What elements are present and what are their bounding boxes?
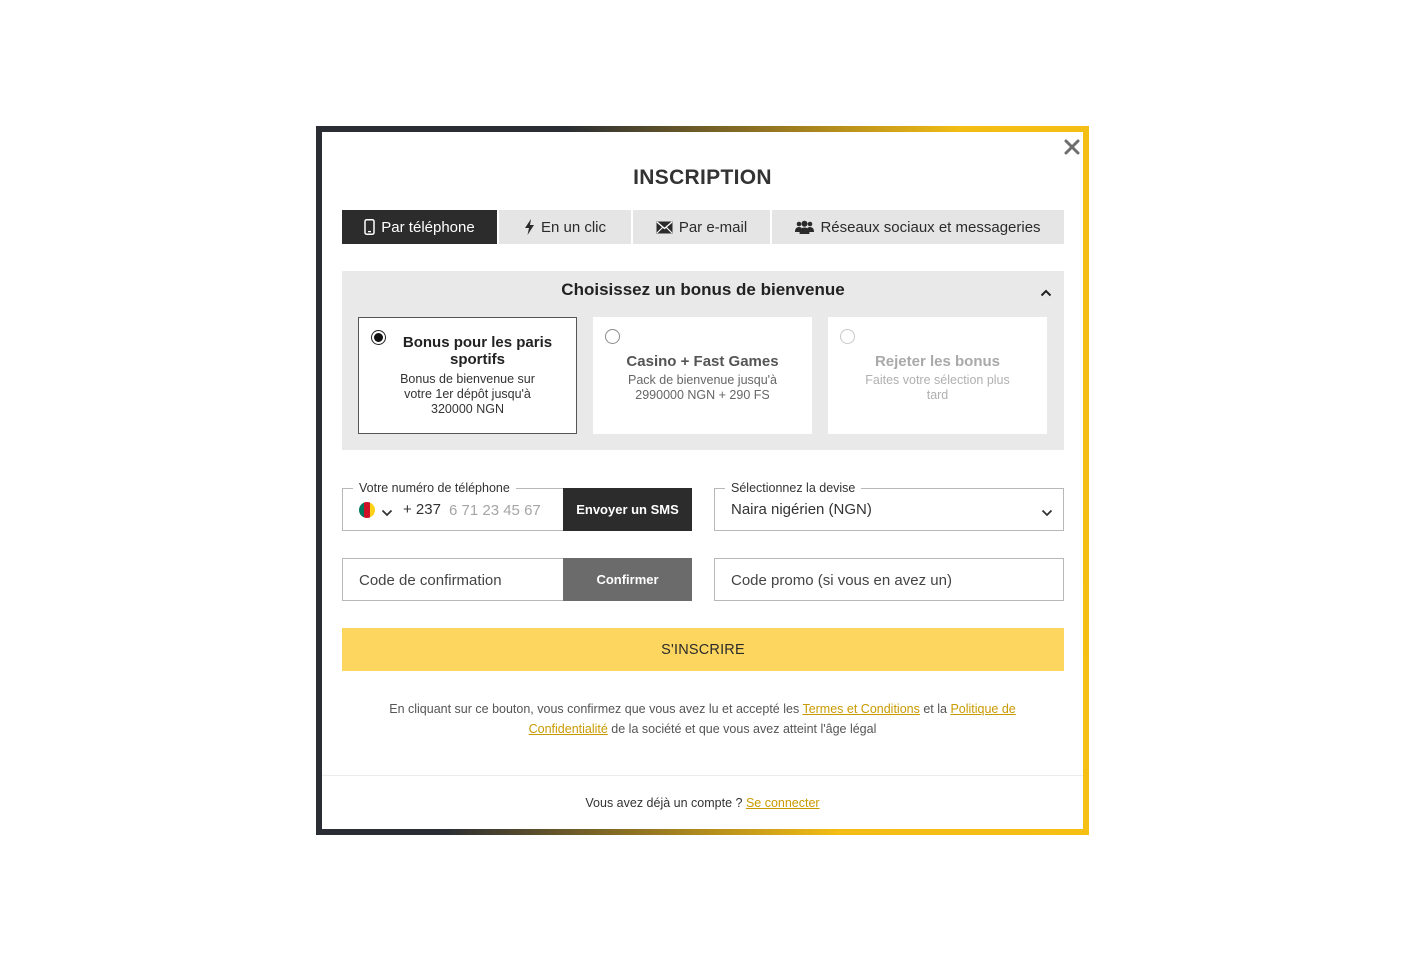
tab-by-phone[interactable]: Par téléphone: [342, 210, 499, 244]
registration-modal-frame: INSCRIPTION Par téléphone En un clic Par…: [316, 126, 1089, 835]
dial-code: + 237: [403, 501, 441, 518]
flag-stripe: [369, 502, 375, 518]
login-link[interactable]: Se connecter: [746, 796, 820, 810]
bonus-radio[interactable]: [605, 329, 620, 344]
currency-field-label: Sélectionnez la devise: [725, 480, 862, 496]
currency-dropdown-toggle[interactable]: [1041, 504, 1053, 522]
bonus-collapse-button[interactable]: [1040, 284, 1052, 302]
chevron-down-icon: [381, 509, 393, 517]
bonus-panel-title: Choisissez un bonus de bienvenue: [561, 280, 845, 299]
bonus-radio[interactable]: [371, 330, 386, 345]
footer-divider: [322, 775, 1083, 776]
close-icon: [1064, 139, 1080, 155]
tab-label: Par e-mail: [678, 218, 748, 236]
login-question: Vous avez déjà un compte ?: [585, 796, 743, 810]
registration-modal: INSCRIPTION Par téléphone En un clic Par…: [322, 132, 1083, 829]
promo-code-input[interactable]: [731, 567, 1053, 593]
legal-text: En cliquant sur ce bouton, vous confirme…: [389, 702, 803, 716]
envelope-icon: [656, 221, 673, 233]
chevron-down-icon: [1041, 509, 1053, 517]
confirmation-code-input[interactable]: [359, 567, 554, 593]
currency-select[interactable]: Sélectionnez la devise Naira nigérien (N…: [714, 480, 1064, 531]
phone-field-label: Votre numéro de téléphone: [353, 480, 516, 496]
phone-number-field: Votre numéro de téléphone + 237: [342, 480, 564, 531]
bonus-option-sports[interactable]: Bonus pour les paris sportifs Bonus de b…: [358, 317, 577, 434]
legal-text: de la société et que vous avez atteint l…: [607, 722, 877, 736]
legal-text: et la: [919, 702, 951, 716]
tab-one-click[interactable]: En un clic: [499, 210, 633, 244]
currency-value: Naira nigérien (NGN): [731, 501, 872, 518]
bonus-name: Bonus pour les paris sportifs: [402, 334, 553, 368]
chevron-up-icon: [1040, 289, 1052, 297]
bonus-name: Casino + Fast Games: [626, 353, 779, 370]
bonus-description: Faites votre sélection plus tard: [865, 373, 1010, 402]
welcome-bonus-panel: Choisissez un bonus de bienvenue Bonus p…: [342, 271, 1064, 450]
country-selector-button[interactable]: [381, 504, 393, 522]
lightning-bolt-icon: [524, 219, 534, 235]
promo-code-field: [714, 558, 1064, 601]
cameroon-flag-icon[interactable]: [359, 502, 375, 518]
bonus-name: Rejeter les bonus: [874, 353, 1001, 370]
confirmation-code-field: [342, 558, 564, 601]
tab-label: Par téléphone: [381, 218, 475, 236]
terms-link[interactable]: Termes et Conditions: [802, 702, 919, 716]
tab-by-email[interactable]: Par e-mail: [633, 210, 772, 244]
tab-label: Réseaux sociaux et messageries: [820, 218, 1041, 236]
registration-tabs: Par téléphone En un clic Par e-mail Rése…: [342, 210, 1064, 244]
mobile-phone-icon: [364, 219, 376, 235]
confirm-button[interactable]: Confirmer: [563, 558, 692, 601]
tab-label: En un clic: [540, 218, 607, 236]
bonus-option-reject[interactable]: Rejeter les bonus Faites votre sélection…: [828, 317, 1047, 434]
phone-input[interactable]: [449, 497, 559, 523]
login-prompt: Vous avez déjà un compte ? Se connecter: [322, 796, 1083, 810]
legal-notice: En cliquant sur ce bouton, vous confirme…: [362, 699, 1043, 739]
users-group-icon: [795, 220, 815, 234]
send-sms-button[interactable]: Envoyer un SMS: [563, 488, 692, 531]
page-title: INSCRIPTION: [633, 166, 772, 189]
bonus-radio[interactable]: [840, 329, 855, 344]
bonus-option-casino[interactable]: Casino + Fast Games Pack de bienvenue ju…: [593, 317, 812, 434]
bonus-description: Bonus de bienvenue sur votre 1er dépôt j…: [400, 372, 535, 416]
register-button[interactable]: S'INSCRIRE: [342, 628, 1064, 671]
tab-social-networks[interactable]: Réseaux sociaux et messageries: [772, 210, 1064, 244]
close-button[interactable]: [1061, 136, 1083, 158]
bonus-description: Pack de bienvenue jusqu'à 2990000 NGN + …: [627, 373, 778, 402]
